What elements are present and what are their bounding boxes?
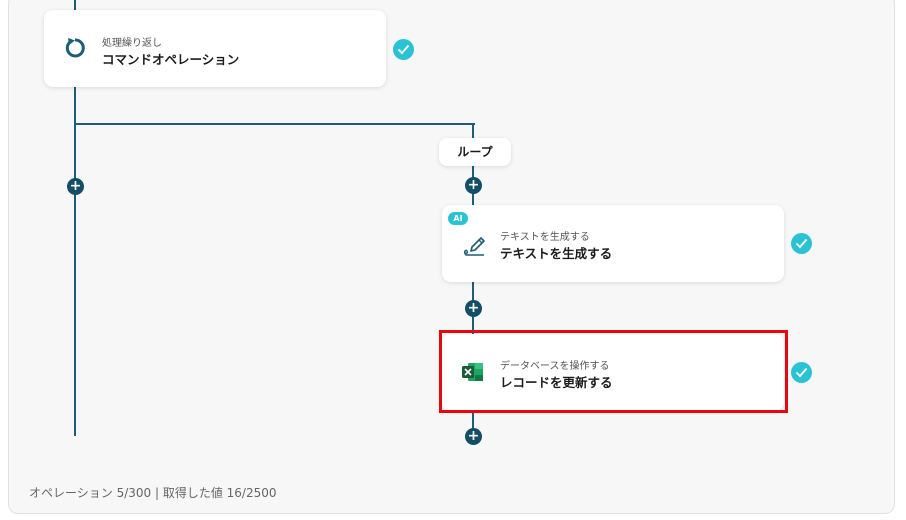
text-gen-card-title: テキストを生成する <box>500 246 613 261</box>
ai-badge: AI <box>448 212 468 225</box>
repeat-operation-card[interactable]: 処理繰り返し コマンドオペレーション <box>44 10 386 87</box>
highlight-box <box>439 330 788 413</box>
branch-connector-line <box>74 123 475 125</box>
repeat-card-check-icon <box>393 39 414 60</box>
text-gen-card-subtitle: テキストを生成する <box>500 232 590 243</box>
text-gen-check-icon <box>791 233 812 254</box>
repeat-card-title: コマンドオペレーション <box>102 52 240 67</box>
db-card-check-icon <box>791 362 812 383</box>
loop-label[interactable]: ループ <box>439 138 511 166</box>
pen-icon <box>462 232 488 262</box>
operation-count-status: オペレーション 5/300 | 取得した値 16/2500 <box>29 486 277 500</box>
text-generation-card[interactable]: テキストを生成する テキストを生成する <box>442 205 784 282</box>
add-step-button-loop-3[interactable]: + <box>465 428 482 445</box>
add-step-button-loop-1[interactable]: + <box>465 177 482 194</box>
repeat-card-subtitle: 処理繰り返し <box>102 38 162 49</box>
refresh-icon <box>64 36 86 64</box>
add-step-button-loop-2[interactable]: + <box>465 300 482 317</box>
add-step-button-main[interactable]: + <box>67 178 84 195</box>
